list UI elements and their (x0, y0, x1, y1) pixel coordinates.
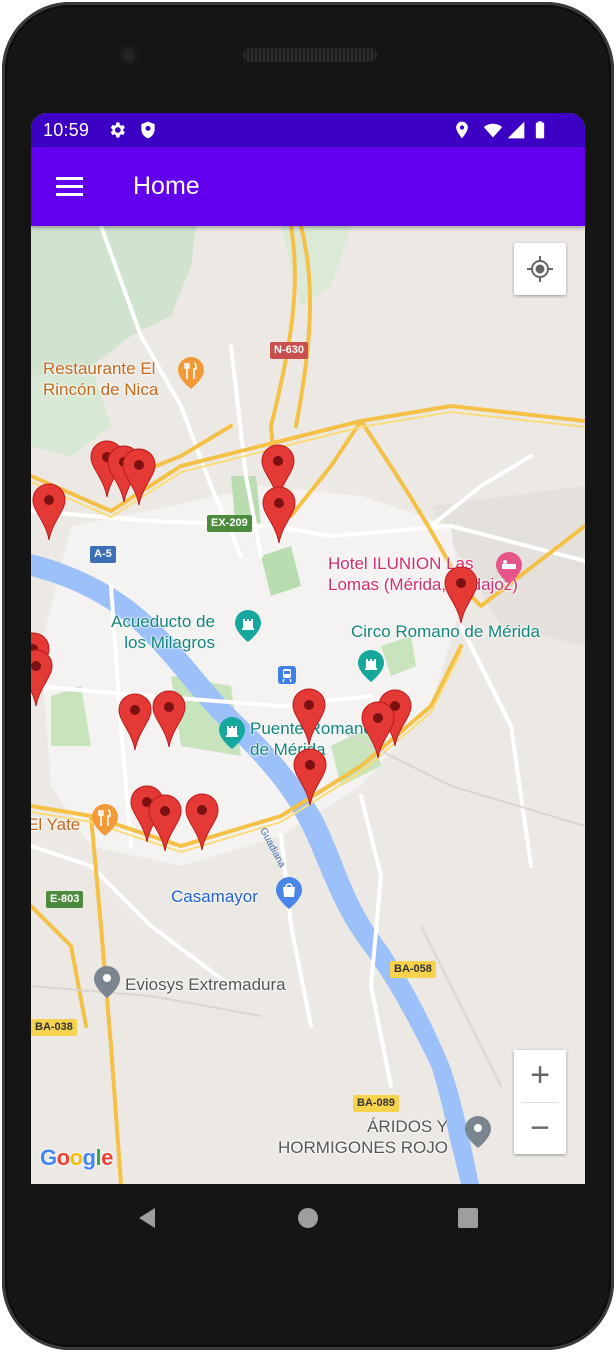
back-triangle-icon[interactable] (135, 1206, 159, 1230)
road-shield-e803: E-803 (46, 891, 84, 908)
my-location-button[interactable] (514, 243, 566, 295)
phone-frame: 10:59 Home N-630 EX-209 A-5 E-803 BA-058… (0, 0, 616, 1352)
map-marker[interactable] (262, 486, 296, 544)
landmark-poi-icon[interactable] (358, 650, 384, 682)
shield-icon (141, 121, 155, 139)
wifi-icon (483, 123, 503, 138)
map-marker[interactable] (185, 793, 219, 851)
road-shield-ba058: BA-058 (390, 961, 436, 978)
page-title: Home (133, 172, 200, 200)
road-shield-ba089: BA-089 (353, 1095, 399, 1112)
place-poi-icon[interactable] (465, 1116, 491, 1148)
earpiece-speaker (243, 48, 377, 62)
shopping-poi-icon[interactable] (276, 877, 302, 909)
map-marker[interactable] (361, 701, 395, 759)
landmark-poi-icon[interactable] (219, 717, 245, 749)
home-circle-icon[interactable] (296, 1206, 320, 1230)
front-camera (119, 45, 139, 65)
map-marker[interactable] (444, 566, 478, 624)
place-poi-icon[interactable] (94, 966, 120, 998)
map-marker[interactable] (32, 483, 66, 541)
place-label-circo-romano[interactable]: Circo Romano de Mérida (351, 621, 540, 642)
place-label-acueducto-milagros[interactable]: Acueducto de los Milagros (111, 611, 215, 653)
map-marker[interactable] (293, 748, 327, 806)
road-shield-a5: A-5 (90, 546, 116, 563)
hotel-poi-icon[interactable] (496, 552, 522, 584)
hamburger-menu-icon[interactable] (47, 167, 93, 207)
app-bar: Home (31, 147, 585, 226)
status-time: 10:59 (43, 120, 90, 140)
restaurant-poi-icon[interactable] (92, 804, 118, 836)
road-shield-ex209: EX-209 (207, 515, 252, 532)
place-label-restaurante-rincon-nica[interactable]: Restaurante El Rincón de Nica (43, 358, 158, 400)
place-label-el-yate[interactable]: El Yate (31, 814, 80, 835)
map-marker[interactable] (292, 688, 326, 746)
google-map[interactable]: N-630 EX-209 A-5 E-803 BA-058 BA-038 BA-… (31, 226, 585, 1184)
my-location-icon (527, 256, 553, 282)
map-marker[interactable] (152, 690, 186, 748)
map-marker[interactable] (31, 649, 53, 707)
recents-square-icon[interactable] (456, 1206, 480, 1230)
place-label-casamayor[interactable]: Casamayor (171, 886, 258, 907)
map-marker[interactable] (148, 794, 182, 852)
map-marker[interactable] (122, 448, 156, 506)
zoom-out-button[interactable]: − (514, 1103, 566, 1155)
restaurant-poi-icon[interactable] (178, 357, 204, 389)
location-icon (456, 121, 468, 139)
battery-icon (535, 121, 545, 139)
place-label-eviosys[interactable]: Eviosys Extremadura (125, 974, 286, 995)
gear-icon (110, 122, 125, 138)
google-attribution-logo: Google (40, 1145, 113, 1170)
zoom-controls: + − (514, 1050, 566, 1154)
place-label-hotel-ilunion[interactable]: Hotel ILUNION Las Lomas (Mérida, Badajoz… (328, 553, 518, 595)
system-navigation-bar (31, 1184, 585, 1254)
road-shield-n630: N-630 (270, 342, 308, 359)
road-shield-ba038: BA-038 (31, 1019, 77, 1036)
place-label-aridos-hormigones[interactable]: ÁRIDOS Y HORMIGONES ROJO (278, 1116, 448, 1158)
zoom-in-button[interactable]: + (514, 1050, 566, 1102)
map-marker[interactable] (118, 693, 152, 751)
landmark-poi-icon[interactable] (235, 610, 261, 642)
status-bar: 10:59 (31, 113, 585, 147)
screen: 10:59 Home N-630 EX-209 A-5 E-803 BA-058… (31, 113, 585, 1184)
signal-icon (507, 121, 525, 139)
train-station-icon[interactable] (278, 666, 296, 684)
